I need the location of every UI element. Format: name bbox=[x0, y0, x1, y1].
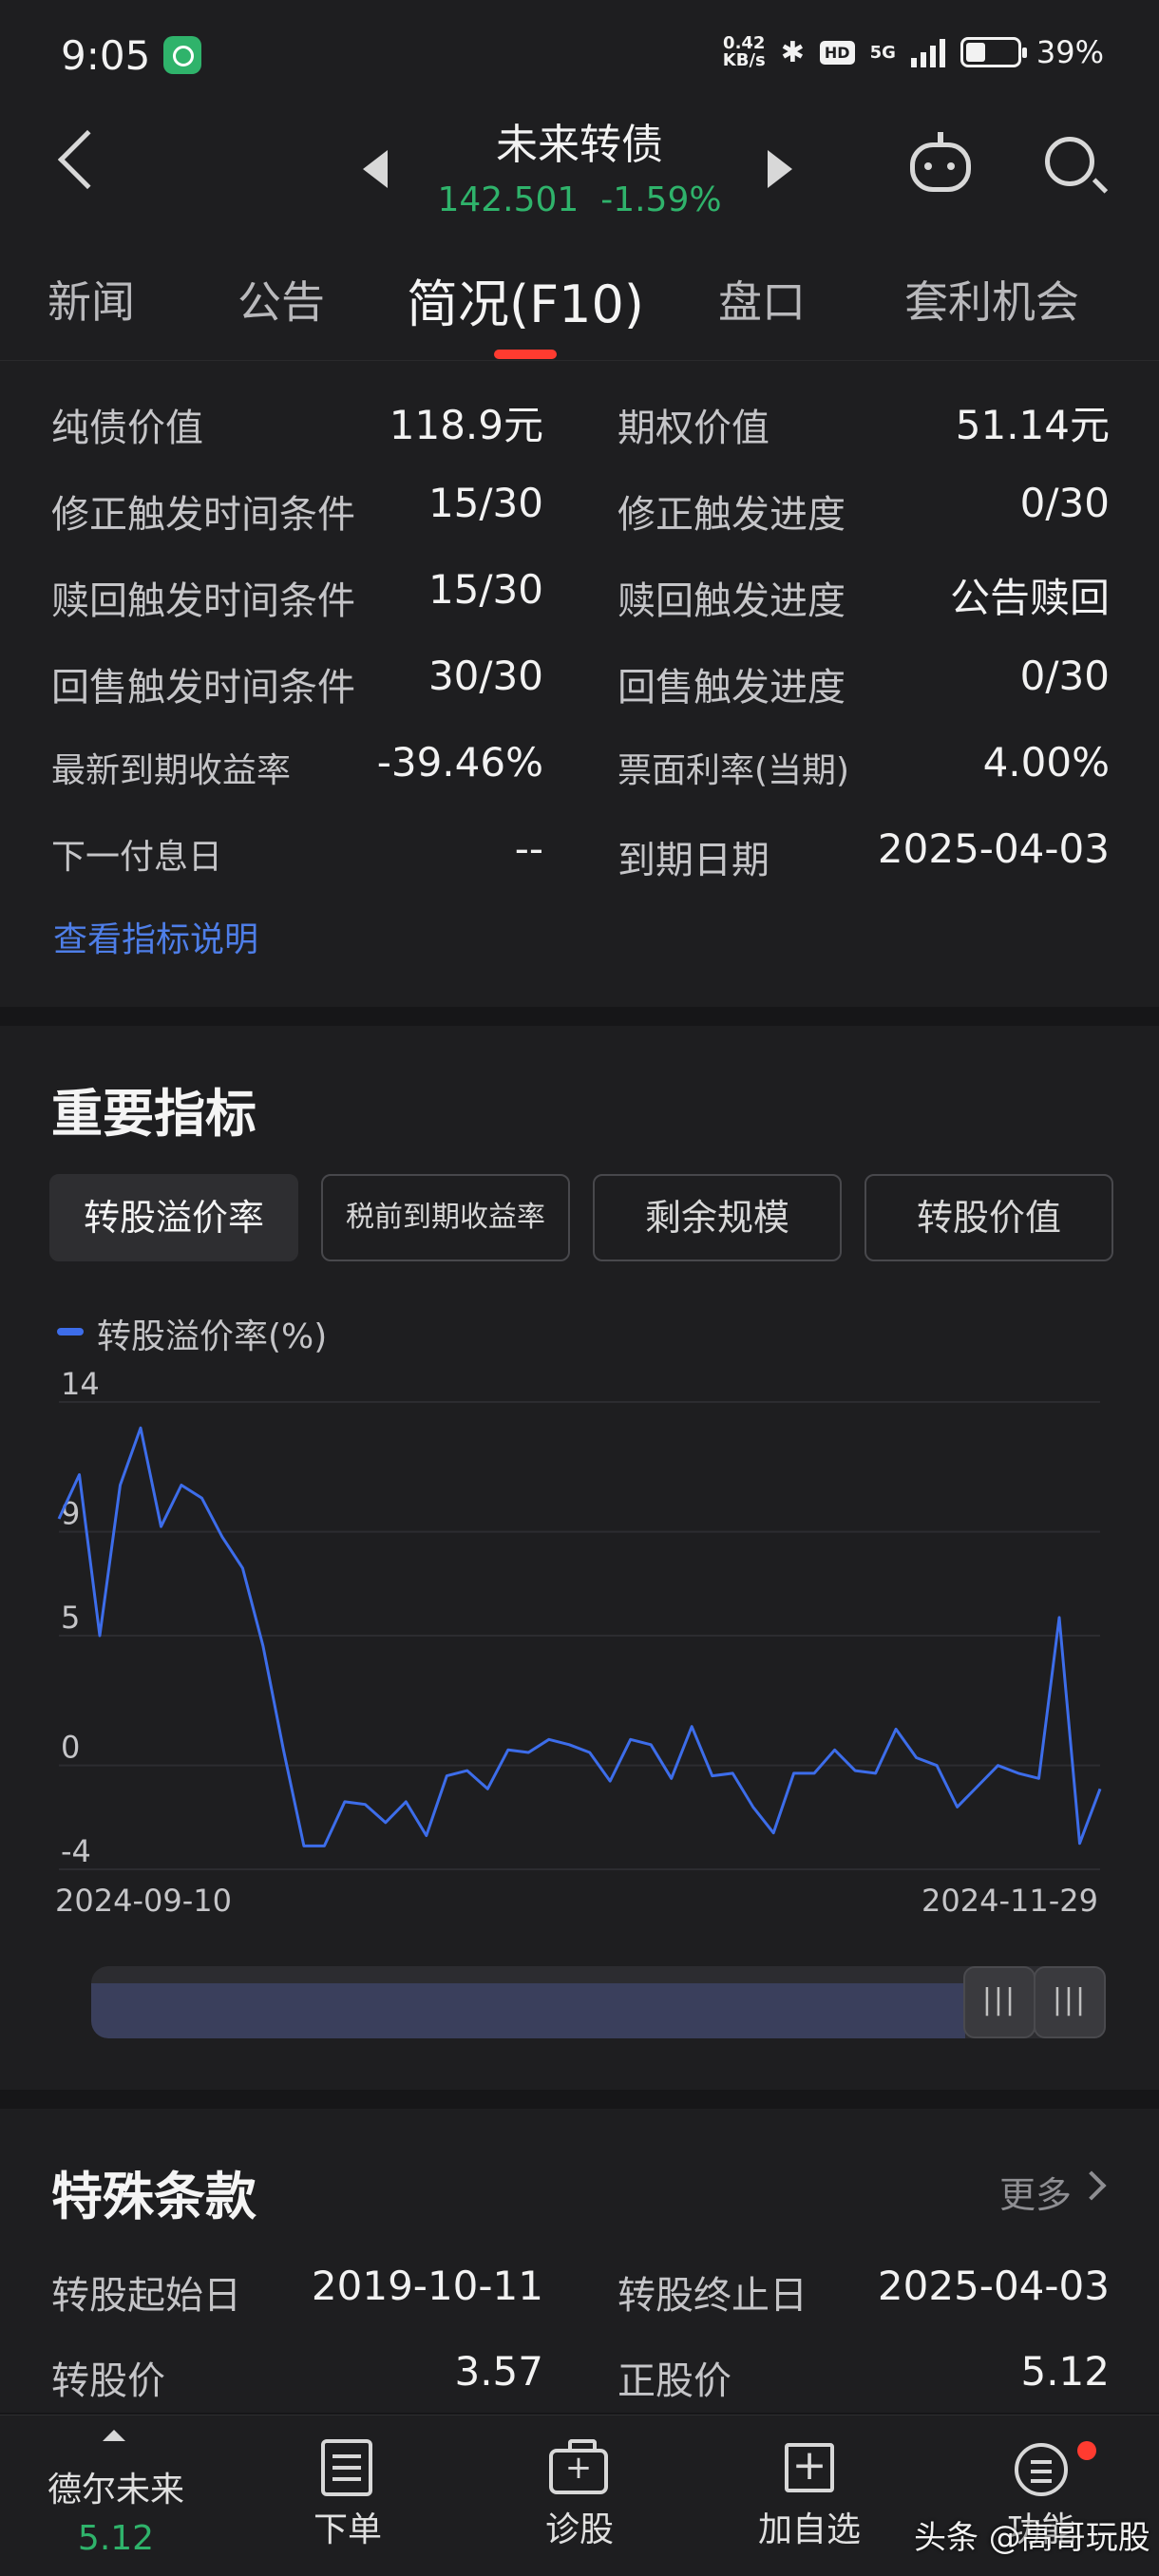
stock-price: 142.501 -1.59% bbox=[437, 180, 722, 219]
hd-icon: HD bbox=[819, 40, 855, 65]
tab-announcements[interactable]: 公告 bbox=[238, 268, 325, 331]
info-label: 期权价值 bbox=[618, 407, 770, 450]
battery-icon bbox=[960, 37, 1027, 67]
tab-order-book[interactable]: 盘口 bbox=[718, 268, 806, 331]
info-value: 公告赎回 bbox=[949, 575, 1110, 621]
next-stock-icon[interactable] bbox=[768, 150, 792, 188]
underlying-stock-price: 5.12 bbox=[77, 2519, 155, 2558]
info-label: 回售触发时间条件 bbox=[51, 666, 355, 710]
info-value: 2025-04-03 bbox=[877, 825, 1110, 872]
info-value: 4.00% bbox=[982, 739, 1110, 786]
tab-arbitrage[interactable]: 套利机会 bbox=[904, 268, 1079, 331]
info-value: -39.46% bbox=[376, 739, 543, 786]
series-line bbox=[57, 1426, 1102, 1847]
expand-up-icon[interactable] bbox=[103, 2430, 125, 2441]
info-label: 纯债价值 bbox=[51, 407, 203, 450]
clause-value: 5.12 bbox=[1020, 2348, 1110, 2395]
net-speed: 0.42 KB/s bbox=[722, 33, 766, 70]
info-label: 修正触发时间条件 bbox=[51, 493, 355, 537]
bluetooth-icon: ✱ bbox=[780, 35, 805, 69]
stock-title: 未来转债 bbox=[496, 121, 663, 169]
range-handle-left[interactable] bbox=[963, 1966, 1036, 2038]
key-indicators-title: 重要指标 bbox=[51, 1084, 256, 1144]
info-value: 30/30 bbox=[428, 653, 543, 699]
info-label: 下一付息日 bbox=[51, 838, 223, 877]
x-tick-label-start: 2024-09-10 bbox=[55, 1883, 232, 1919]
menu-icon[interactable] bbox=[1015, 2443, 1068, 2496]
tab-news[interactable]: 新闻 bbox=[48, 268, 135, 331]
y-tick-label: -4 bbox=[61, 1833, 91, 1869]
info-value: 0/30 bbox=[1019, 653, 1110, 699]
search-icon[interactable] bbox=[1045, 137, 1094, 186]
y-tick-label: 5 bbox=[61, 1600, 80, 1636]
pill-conversion-value[interactable]: 转股价值 bbox=[864, 1174, 1113, 1261]
range-overview-fill bbox=[91, 1983, 965, 2038]
tab-overview[interactable]: 简况(F10) bbox=[407, 262, 644, 337]
special-clauses-title: 特殊条款 bbox=[51, 2167, 256, 2226]
info-value: 118.9元 bbox=[389, 402, 543, 448]
chart-legend: 转股溢价率(%) bbox=[97, 1317, 328, 1356]
premium-line-chart[interactable]: 14 9 5 0 -4 2024-09-10 2024-11-29 bbox=[0, 1368, 1159, 1919]
more-link[interactable]: 更多 bbox=[999, 2166, 1072, 2218]
y-tick-label: 9 bbox=[61, 1496, 80, 1532]
clause-label: 转股起始日 bbox=[51, 2274, 241, 2318]
order-button[interactable]: 下单 bbox=[253, 2502, 443, 2551]
clause-label: 转股价 bbox=[51, 2359, 165, 2403]
info-label: 赎回触发进度 bbox=[618, 579, 846, 623]
order-icon[interactable] bbox=[321, 2439, 372, 2496]
watermark: 头条 @高哥玩股 bbox=[914, 2519, 1150, 2557]
info-label: 到期日期 bbox=[618, 839, 770, 882]
diagnose-button[interactable]: 诊股 bbox=[484, 2502, 674, 2551]
diagnosis-icon[interactable] bbox=[549, 2439, 608, 2494]
info-value: 15/30 bbox=[428, 566, 543, 613]
robot-assistant-icon[interactable] bbox=[910, 132, 971, 192]
add-watchlist-icon[interactable] bbox=[785, 2441, 834, 2492]
clause-value: 2025-04-03 bbox=[877, 2263, 1110, 2309]
info-value: 51.14元 bbox=[955, 402, 1110, 448]
clause-value: 3.57 bbox=[454, 2348, 543, 2395]
y-tick-label: 0 bbox=[61, 1730, 80, 1766]
chart-range-selector[interactable] bbox=[91, 1966, 1106, 2038]
info-label: 最新到期收益率 bbox=[51, 751, 292, 790]
pill-pretax-ytm[interactable]: 税前到期收益率 bbox=[321, 1174, 570, 1261]
signal-icon bbox=[910, 37, 945, 67]
app-notification-icon bbox=[163, 36, 201, 74]
info-value: 15/30 bbox=[428, 480, 543, 526]
info-label: 赎回触发时间条件 bbox=[51, 579, 355, 623]
status-time: 9:05 bbox=[61, 32, 151, 79]
x-tick-label-end: 2024-11-29 bbox=[922, 1883, 1098, 1919]
clause-value: 2019-10-11 bbox=[311, 2263, 543, 2309]
pill-remaining-size[interactable]: 剩余规模 bbox=[593, 1174, 842, 1261]
clause-label: 转股终止日 bbox=[618, 2274, 808, 2318]
legend-swatch bbox=[57, 1328, 84, 1335]
info-label: 回售触发进度 bbox=[618, 666, 846, 710]
info-label: 票面利率(当期) bbox=[618, 751, 850, 790]
clause-label: 正股价 bbox=[618, 2359, 732, 2403]
info-label: 修正触发进度 bbox=[618, 493, 846, 537]
status-indicators: 0.42 KB/s ✱ HD 5G 39% bbox=[723, 34, 1104, 70]
add-watchlist-button[interactable]: 加自选 bbox=[714, 2502, 904, 2551]
active-tab-indicator bbox=[494, 350, 557, 359]
underlying-stock-name[interactable]: 德尔未来 bbox=[21, 2462, 211, 2511]
network-type: 5G bbox=[869, 42, 896, 63]
info-value: 0/30 bbox=[1019, 480, 1110, 526]
range-handle-right[interactable] bbox=[1034, 1966, 1106, 2038]
notification-dot bbox=[1077, 2441, 1096, 2460]
y-tick-label: 14 bbox=[61, 1368, 100, 1402]
view-indicator-explanation-link[interactable]: 查看指标说明 bbox=[53, 912, 258, 961]
battery-level: 39% bbox=[1036, 34, 1104, 70]
info-value: -- bbox=[514, 825, 543, 872]
pill-conversion-premium[interactable]: 转股溢价率 bbox=[49, 1174, 298, 1261]
